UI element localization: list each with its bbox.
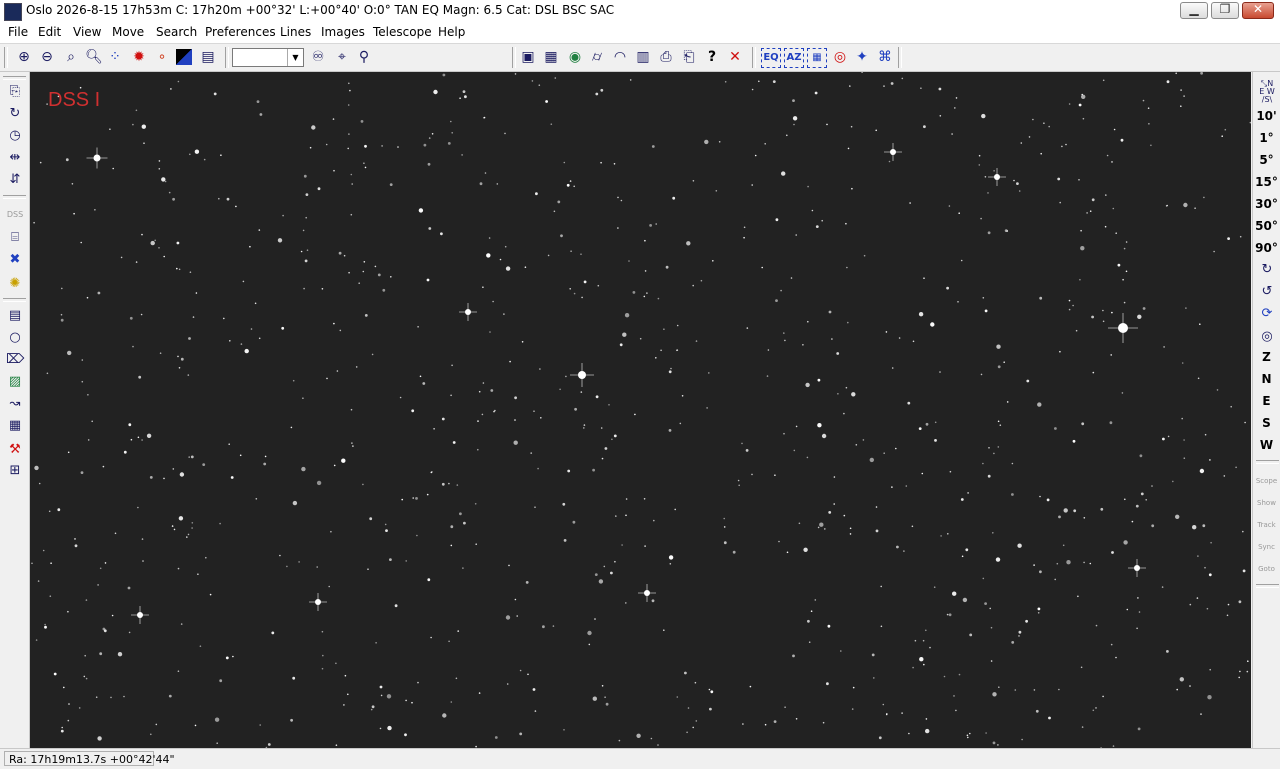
show-button[interactable]: Show [1253,499,1280,507]
survey-label: DSS I [48,89,101,111]
left-toolbar: ⎘ ↻ ◷ ⇹ ⇵ DSS ⌸ ✖ ✺ ▤ ○ ⌦ ▨ ↝ ▦ ⚒ ⊞ [0,72,30,748]
constellation-icon[interactable]: ⁘ [106,48,124,66]
maximize-icon: ❐ [1219,2,1231,16]
fov-1deg[interactable]: 1° [1253,131,1280,145]
fov-50deg[interactable]: 50° [1253,219,1280,233]
menu-telescope[interactable]: Telescope [373,25,432,39]
rotate-counterclockwise-icon[interactable]: ↺ [1258,283,1276,301]
chart-icon[interactable]: ▨ [6,373,24,391]
minimize-button[interactable]: ▁ [1180,2,1208,19]
fov-15deg[interactable]: 15° [1253,175,1280,189]
flip-vertical-icon[interactable]: ⇵ [6,171,24,189]
notes-icon[interactable]: ▤ [199,48,217,66]
compass-icon[interactable]: ⤡N E W/S\ [1258,80,1276,108]
save-icon[interactable]: ▣ [519,48,537,66]
all-sky-icon[interactable]: ◎ [1258,328,1276,346]
view-north[interactable]: N [1253,372,1280,386]
search-icon[interactable]: 🔍︎ [85,48,103,66]
title-bar: Oslo 2026-8-15 17h53m C: 17h20m +00°32' … [0,0,1280,22]
menu-file[interactable]: File [8,25,28,39]
status-bar: Ra: 17h19m13.7s +00°42'44" [0,748,1280,769]
calendar-icon[interactable]: ▥ [634,48,652,66]
fov-10arcmin[interactable]: 10' [1253,109,1280,123]
sky-chart[interactable]: DSS I [30,72,1251,748]
list-icon[interactable]: ▤ [6,307,24,325]
print-setup-icon[interactable]: ⎗ [680,48,698,66]
menu-images[interactable]: Images [321,25,365,39]
graph-icon[interactable]: ↝ [6,395,24,413]
fov-combo[interactable]: ▼ [232,48,304,67]
menu-search[interactable]: Search [156,25,197,39]
constellation-boundary-icon[interactable]: ✦ [853,48,871,66]
right-toolbar: ⤡N E W/S\ 10' 1° 5° 15° 30° 50° 90° ↻ ↺ ⟳… [1252,72,1280,748]
background-color-icon[interactable] [176,49,192,65]
star-marker-icon[interactable]: ✹ [130,48,148,66]
zoom-in-icon[interactable]: ⊕ [15,48,33,66]
rotate-clockwise-icon[interactable]: ↻ [1258,261,1276,279]
chevron-down-icon[interactable]: ▼ [287,49,303,66]
view-south[interactable]: S [1253,416,1280,430]
fov-90deg[interactable]: 90° [1253,241,1280,255]
bulb-icon[interactable]: ✺ [6,275,24,293]
binoculars-icon[interactable]: ♾ [309,48,327,66]
menu-view[interactable]: View [73,25,101,39]
document-icon[interactable]: ▦ [542,48,560,66]
track-button[interactable]: Track [1253,521,1280,529]
exit-icon[interactable]: ✕ [726,48,744,66]
scope-button[interactable]: Scope [1253,477,1280,485]
plugin-icon[interactable]: ⊞ [6,462,24,480]
eyepiece-icon[interactable]: ⌦ [6,351,24,369]
crossed-icon[interactable]: ✖ [6,251,24,269]
dss-icon[interactable]: DSS [6,206,24,224]
grid-icon[interactable]: ▦ [807,48,827,68]
view-west[interactable]: W [1253,438,1280,452]
coordinates-readout: Ra: 17h19m13.7s +00°42'44" [4,751,175,766]
menu-lines[interactable]: Lines [280,25,311,39]
equatorial-grid-icon[interactable]: EQ [761,48,781,68]
goto-button[interactable]: Goto [1253,565,1280,573]
help-icon[interactable]: ? [703,48,721,66]
printer-icon[interactable]: ⎙ [657,48,675,66]
constellation-lines-icon[interactable]: ⌘ [876,48,894,66]
telescope-icon[interactable]: ⌭ [588,48,606,66]
planet-marker-icon[interactable]: ∘ [153,48,171,66]
target-icon[interactable]: ◎ [831,48,849,66]
minimize-icon: ▁ [1189,2,1199,16]
menu-preferences[interactable]: Preferences [205,25,276,39]
menu-help[interactable]: Help [438,25,465,39]
view-east[interactable]: E [1253,394,1280,408]
zoom-out-icon[interactable]: ⊖ [38,48,56,66]
sync-button[interactable]: Sync [1253,543,1280,551]
flip-horizontal-icon[interactable]: ⇹ [6,149,24,167]
identify-icon[interactable]: ⚲ [355,48,373,66]
refresh-icon[interactable]: ↻ [6,105,24,123]
menu-move[interactable]: Move [112,25,144,39]
view-zenith[interactable]: Z [1253,350,1280,364]
maximize-button[interactable]: ❐ [1211,2,1239,19]
rotate-reset-icon[interactable]: ⟳ [1258,305,1276,323]
window-title: Oslo 2026-8-15 17h53m C: 17h20m +00°32' … [26,3,615,17]
clock-icon[interactable]: ◷ [6,127,24,145]
tools-icon[interactable]: ⚒ [6,441,24,459]
zoom-window-icon[interactable]: ⌕ [62,48,80,66]
main-toolbar: ⊕ ⊖ ⌕ 🔍︎ ⁘ ✹ ∘ ▤ ▼ ♾ ⌖ ⚲ ▣ ▦ ◉ ⌭ ◠ ▥ ⎙ ⎗… [0,44,1280,72]
circle-icon[interactable]: ○ [6,329,24,347]
fov-5deg[interactable]: 5° [1253,153,1280,167]
close-icon: ✕ [1252,2,1264,16]
calculator-icon[interactable]: ▦ [6,417,24,435]
copy-icon[interactable]: ⎘ [6,83,24,101]
globe-icon[interactable]: ◉ [566,48,584,66]
find-object-icon[interactable]: ⌖ [333,48,351,66]
menu-bar: File Edit View Move Search Preferences L… [0,22,1280,44]
star-field [31,72,1251,748]
camera-icon[interactable]: ⌸ [6,229,24,247]
close-button[interactable]: ✕ [1242,2,1274,19]
fov-30deg[interactable]: 30° [1253,197,1280,211]
azimuth-grid-icon[interactable]: AZ [784,48,804,68]
app-icon [4,3,22,21]
dome-icon[interactable]: ◠ [611,48,629,66]
menu-edit[interactable]: Edit [38,25,61,39]
